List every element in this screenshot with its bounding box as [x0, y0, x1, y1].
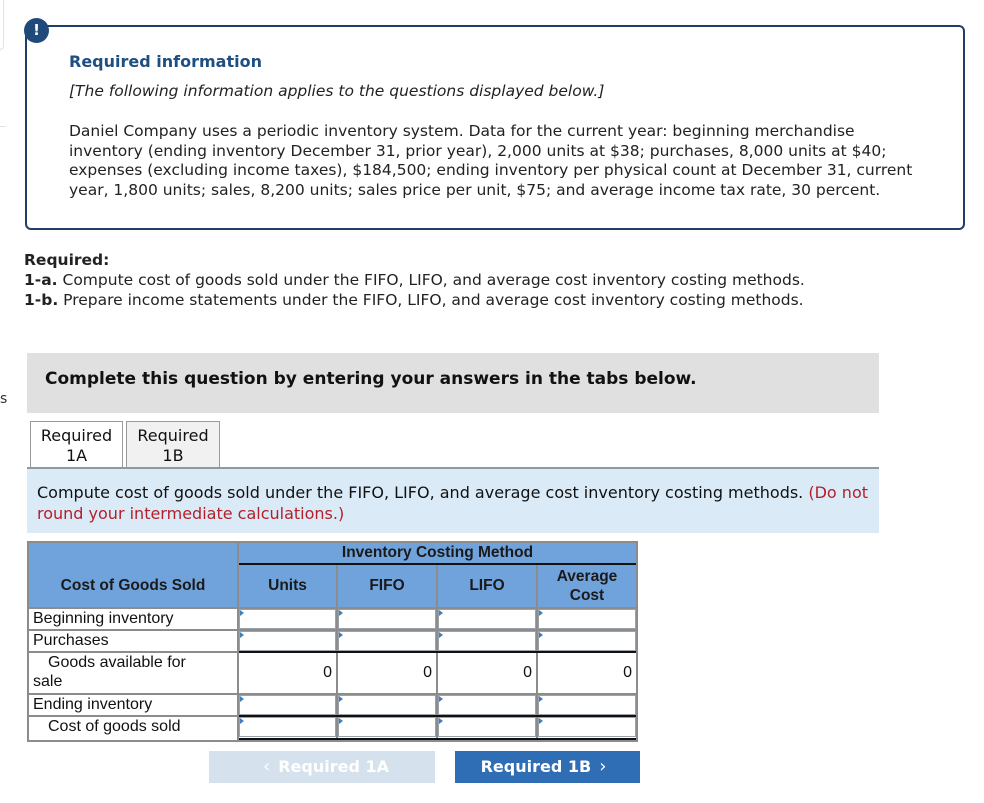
row-label-cost-of-goods-sold: Cost of goods sold — [48, 718, 181, 735]
input-purchases-fifo[interactable] — [338, 631, 436, 651]
input-ending-inventory-units[interactable] — [239, 695, 336, 715]
complete-banner-text: Complete this question by entering your … — [45, 369, 697, 389]
input-cogs-units[interactable] — [239, 717, 336, 737]
col-header-units: Units — [239, 565, 336, 607]
prev-required-1a-button[interactable]: ‹ Required 1A — [209, 751, 435, 783]
input-cogs-average[interactable] — [538, 717, 636, 737]
instruction-text: Compute cost of goods sold under the FIF… — [37, 483, 809, 502]
input-ending-inventory-fifo[interactable] — [338, 695, 436, 715]
cogs-table: Inventory Costing Method Cost of Goods S… — [27, 541, 638, 742]
header-row-label: Cost of Goods Sold — [29, 565, 237, 607]
row-label-ending-inventory: Ending inventory — [33, 696, 153, 713]
chevron-right-icon: › — [599, 756, 607, 777]
input-beginning-inventory-lifo[interactable] — [438, 609, 536, 629]
input-beginning-inventory-fifo[interactable] — [338, 609, 436, 629]
input-purchases-average[interactable] — [538, 631, 636, 651]
next-required-1b-button[interactable]: Required 1B › — [455, 751, 640, 783]
instruction-box: Compute cost of goods sold under the FIF… — [27, 469, 879, 533]
edge-panel-fragment — [0, 0, 4, 50]
input-purchases-units[interactable] — [239, 631, 336, 651]
grid-hline-double — [239, 738, 636, 740]
chevron-left-icon: ‹ — [263, 756, 271, 777]
input-purchases-lifo[interactable] — [438, 631, 536, 651]
value-goods-available-average: 0 — [623, 664, 632, 681]
row-label-beginning-inventory: Beginning inventory — [33, 610, 174, 627]
info-subtitle: [The following information applies to th… — [69, 82, 605, 100]
input-cogs-fifo[interactable] — [338, 717, 436, 737]
required-section: Required: 1-a. Compute cost of goods sol… — [24, 250, 805, 310]
input-cogs-lifo[interactable] — [438, 717, 536, 737]
row-label-purchases: Purchases — [33, 632, 109, 649]
tab-required-1b[interactable]: Required 1B — [126, 421, 220, 468]
edge-divider — [0, 126, 6, 127]
value-goods-available-fifo: 0 — [423, 664, 432, 681]
input-beginning-inventory-average[interactable] — [538, 609, 636, 629]
col-header-lifo: LIFO — [438, 565, 536, 607]
info-body: Daniel Company uses a periodic inventory… — [69, 122, 913, 199]
edge-letter-fragment: s — [0, 391, 8, 407]
col-header-fifo: FIFO — [338, 565, 436, 607]
row-label-goods-available: Goods available for sale — [33, 654, 186, 690]
alert-exclamation-icon: ! — [24, 18, 49, 43]
value-goods-available-lifo: 0 — [523, 664, 532, 681]
required-item-1a: 1-a. Compute cost of goods sold under th… — [24, 271, 805, 289]
value-goods-available-units: 0 — [323, 664, 332, 681]
group-header: Inventory Costing Method — [239, 543, 636, 563]
input-ending-inventory-lifo[interactable] — [438, 695, 536, 715]
required-item-1b: 1-b. Prepare income statements under the… — [24, 291, 804, 309]
col-header-average-cost: Average Cost — [538, 565, 636, 607]
info-title: Required information — [69, 52, 262, 71]
input-ending-inventory-average[interactable] — [538, 695, 636, 715]
tab-required-1a[interactable]: Required 1A — [30, 421, 123, 468]
complete-banner: Complete this question by entering your … — [27, 353, 879, 413]
input-beginning-inventory-units[interactable] — [239, 609, 336, 629]
required-heading: Required: — [24, 251, 110, 269]
